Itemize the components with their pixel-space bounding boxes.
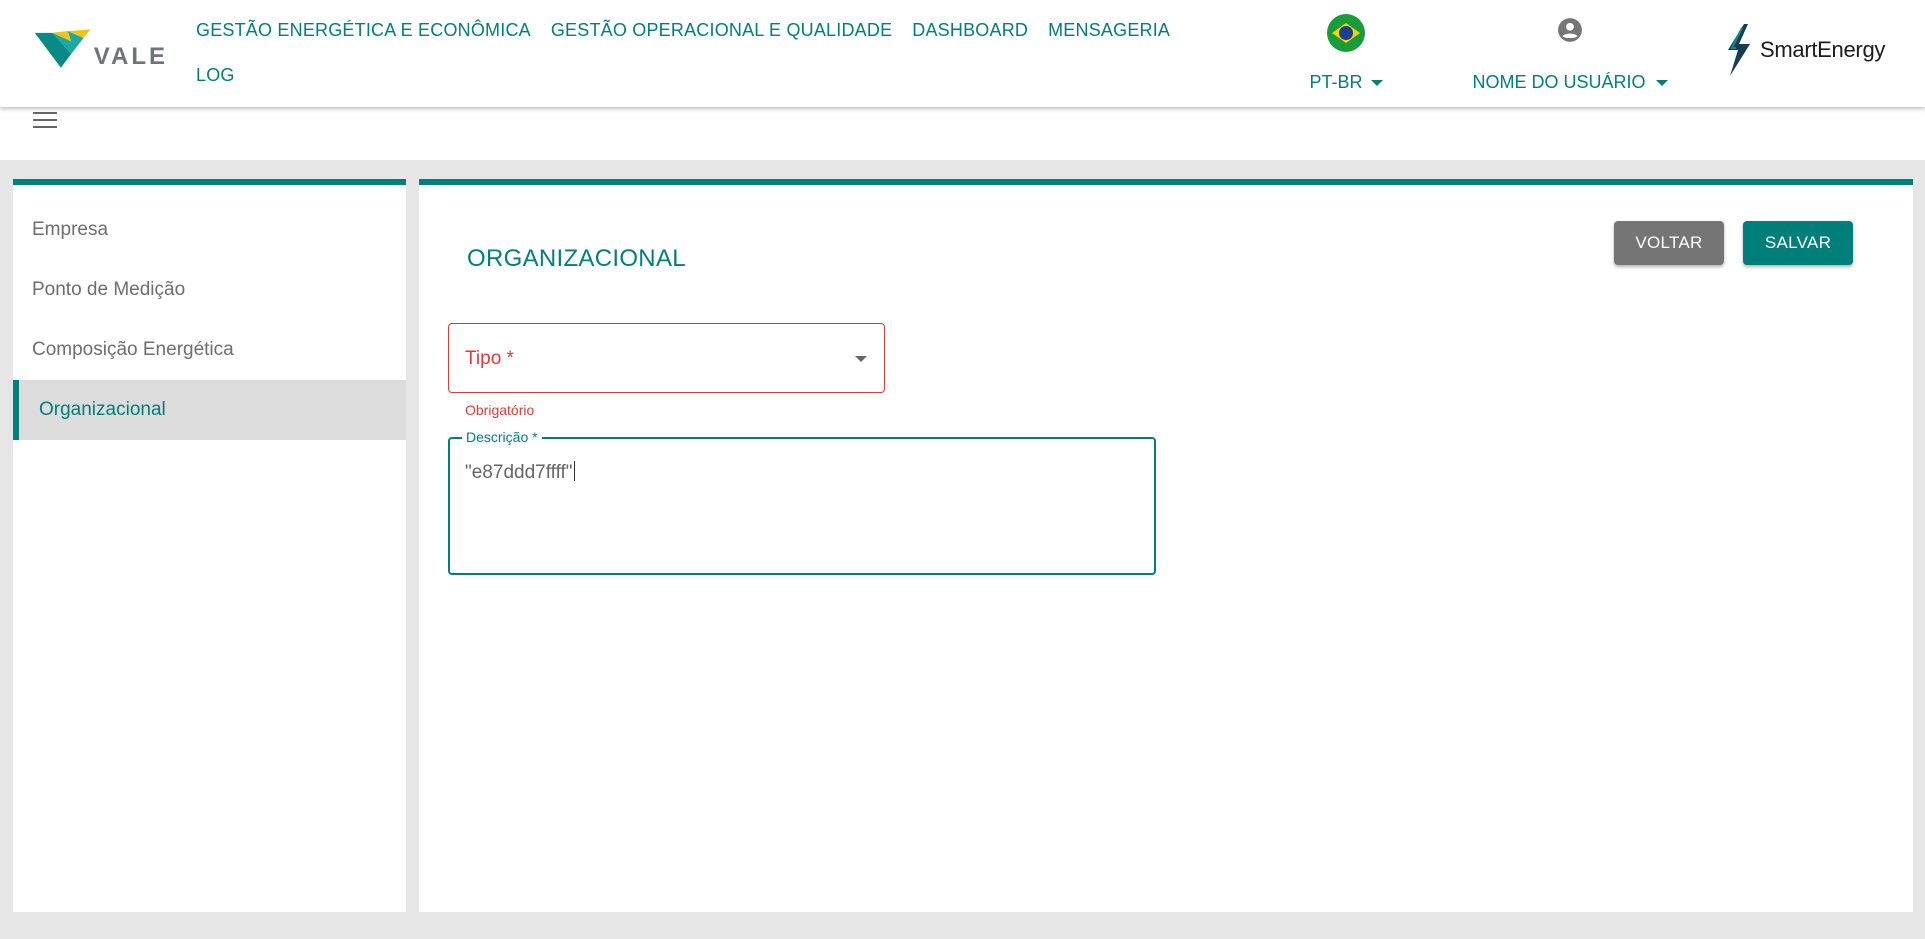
sidebar-item-organizacional[interactable]: Organizacional (13, 380, 406, 440)
tipo-error-helper: Obrigatório (465, 402, 535, 418)
page-title: ORGANIZACIONAL (467, 245, 686, 272)
sub-toolbar (0, 107, 1925, 160)
sidebar: Empresa Ponto de Medição Composição Ener… (13, 179, 406, 912)
language-selector[interactable]: PT-BR (1296, 10, 1396, 93)
text-cursor (573, 461, 575, 481)
chevron-down-icon (1655, 79, 1668, 86)
menu-icon[interactable] (33, 112, 57, 130)
sidebar-item-empresa[interactable]: Empresa (13, 200, 406, 260)
account-circle-icon (1558, 18, 1582, 42)
smartenergy-logo: SmartEnergy (1718, 20, 1898, 80)
user-name-label: NOME DO USUÁRIO (1472, 72, 1646, 92)
vale-logo-icon (34, 29, 91, 68)
user-menu[interactable]: NOME DO USUÁRIO (1460, 10, 1680, 93)
main-card: ORGANIZACIONAL VOLTAR SALVAR Tipo * Obri… (419, 179, 1913, 912)
vale-logo[interactable]: VALE (33, 24, 168, 80)
descricao-value: "e87ddd7ffff" (465, 462, 573, 483)
nav-dashboard[interactable]: DASHBOARD (902, 8, 1038, 53)
chevron-down-icon (1370, 79, 1383, 86)
smartenergy-text: SmartEnergy (1760, 37, 1886, 62)
sidebar-item-composicao-energetica[interactable]: Composição Energética (13, 320, 406, 380)
nav-gestao-energetica[interactable]: GESTÃO ENERGÉTICA E ECONÔMICA (186, 8, 541, 53)
nav-log[interactable]: LOG (186, 53, 245, 98)
lightning-bolt-icon (1728, 24, 1750, 76)
back-button[interactable]: VOLTAR (1614, 221, 1724, 265)
app-header: VALE GESTÃO ENERGÉTICA E ECONÔMICA GESTÃ… (0, 0, 1925, 107)
save-button[interactable]: SALVAR (1743, 221, 1853, 265)
descricao-label: Descrição * (462, 429, 542, 445)
nav-mensageria[interactable]: MENSAGERIA (1038, 8, 1180, 53)
sidebar-item-ponto-de-medicao[interactable]: Ponto de Medição (13, 260, 406, 320)
tipo-label: Tipo * (465, 348, 514, 369)
nav-gestao-operacional[interactable]: GESTÃO OPERACIONAL E QUALIDADE (541, 8, 902, 53)
dropdown-arrow-icon (855, 356, 867, 362)
descricao-textarea[interactable]: Descrição * "e87ddd7ffff" (448, 429, 1156, 575)
language-label: PT-BR (1309, 72, 1363, 92)
vale-logo-text: VALE (93, 43, 168, 70)
main-navigation: GESTÃO ENERGÉTICA E ECONÔMICA GESTÃO OPE… (186, 8, 1186, 98)
tipo-select[interactable]: Tipo * (448, 323, 885, 393)
brazil-flag-icon (1327, 14, 1365, 52)
